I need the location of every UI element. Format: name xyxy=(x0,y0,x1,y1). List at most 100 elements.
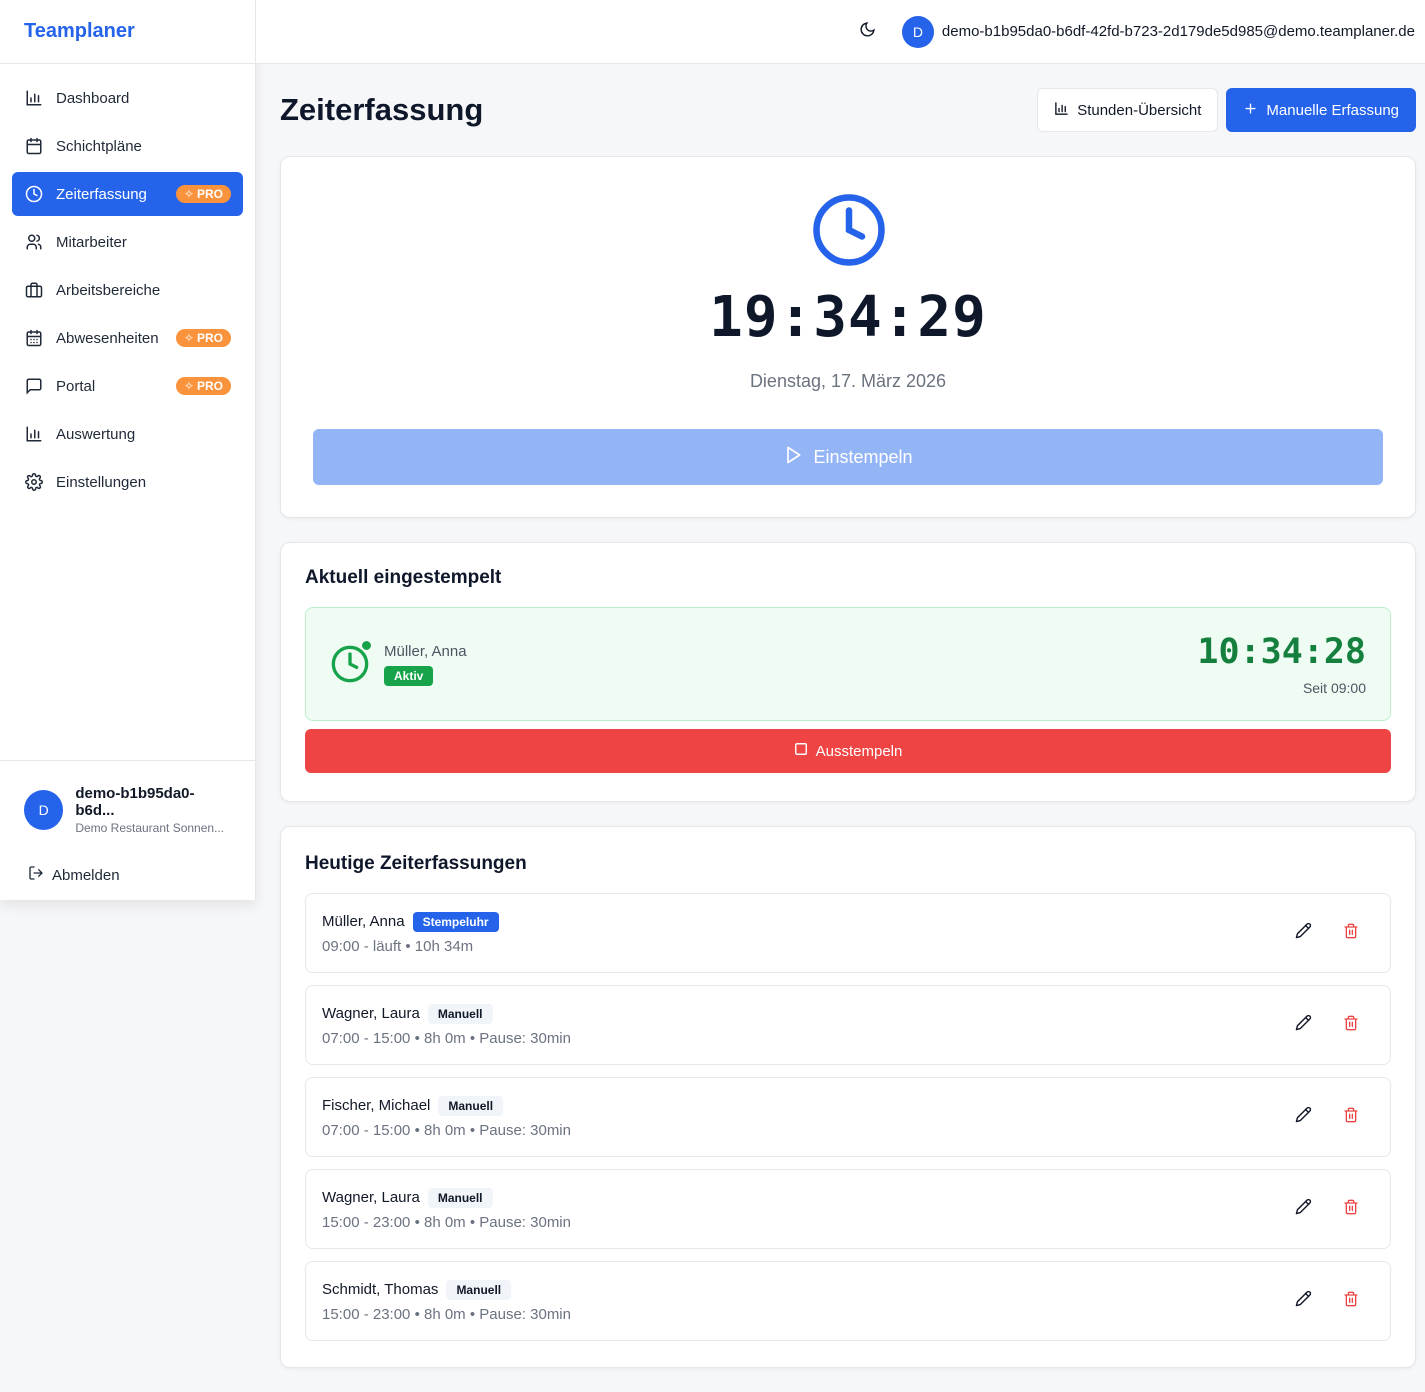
play-icon xyxy=(783,445,803,470)
gear-icon xyxy=(24,472,44,492)
stop-icon xyxy=(794,742,808,760)
user-email[interactable]: demo-b1b95da0-b6df-42fd-b723-2d179de5d98… xyxy=(942,23,1415,40)
delete-button[interactable] xyxy=(1342,923,1360,944)
entry-actions xyxy=(1294,922,1374,944)
calendar-days-icon xyxy=(24,328,44,348)
delete-button[interactable] xyxy=(1342,1107,1360,1128)
sidebar-item-dashboard[interactable]: Dashboard xyxy=(12,76,243,120)
sidebar-item-abwesenheiten[interactable]: Abwesenheiten ✧ PRO xyxy=(12,316,243,360)
dark-mode-toggle[interactable] xyxy=(859,21,876,43)
entry-info: Wagner, Laura Manuell 07:00 - 15:00 • 8h… xyxy=(322,1003,1294,1047)
sparkles-icon: ✧ xyxy=(183,379,194,393)
main-content: Zeiterfassung Stunden-Übersicht Manuelle… xyxy=(280,64,1416,1368)
entry-actions xyxy=(1294,1106,1374,1128)
entry-header: Schmidt, Thomas Manuell xyxy=(322,1279,1294,1300)
todays-entries-card: Heutige Zeiterfassungen Müller, Anna Ste… xyxy=(280,826,1416,1368)
trash-icon xyxy=(1343,1199,1359,1220)
entry-actions xyxy=(1294,1290,1374,1310)
sidebar-item-einstellungen[interactable]: Einstellungen xyxy=(12,460,243,504)
entry-actions xyxy=(1294,1198,1374,1220)
entry-info: Fischer, Michael Manuell 07:00 - 15:00 •… xyxy=(322,1095,1294,1139)
entry-time-details: 15:00 - 23:00 • 8h 0m • Pause: 30min xyxy=(322,1305,571,1323)
delete-button[interactable] xyxy=(1342,1015,1360,1036)
bar-chart-icon xyxy=(24,88,44,108)
stamp-in-button[interactable]: Einstempeln xyxy=(313,429,1383,485)
sidebar-item-mitarbeiter[interactable]: Mitarbeiter xyxy=(12,220,243,264)
source-badge: Manuell xyxy=(427,1003,493,1024)
sidebar-item-schichtplaene[interactable]: Schichtpläne xyxy=(12,124,243,168)
source-badge: Stempeluhr xyxy=(412,911,499,932)
status-badge: Aktiv xyxy=(384,665,434,686)
elapsed-timer: 10:34:28 xyxy=(1197,632,1366,672)
moon-icon xyxy=(859,21,876,43)
manual-entry-button[interactable]: Manuelle Erfassung xyxy=(1226,88,1416,132)
sidebar-item-label: Einstellungen xyxy=(56,473,147,491)
entry-actions xyxy=(1294,1014,1374,1036)
edit-button[interactable] xyxy=(1294,922,1312,942)
sidebar-item-label: Portal xyxy=(56,377,96,395)
clock-icon xyxy=(24,184,44,204)
edit-button[interactable] xyxy=(1294,1290,1312,1310)
trash-icon xyxy=(1343,1015,1359,1036)
list-item: Fischer, Michael Manuell 07:00 - 15:00 •… xyxy=(305,1077,1391,1157)
hours-overview-button[interactable]: Stunden-Übersicht xyxy=(1037,88,1219,132)
brand-logo[interactable]: Teamplaner xyxy=(0,0,255,64)
entry-info: Wagner, Laura Manuell 15:00 - 23:00 • 8h… xyxy=(322,1187,1294,1231)
entry-header: Wagner, Laura Manuell xyxy=(322,1003,1294,1024)
edit-button[interactable] xyxy=(1294,1198,1312,1220)
source-badge: Manuell xyxy=(427,1187,493,1208)
source-badge: Manuell xyxy=(446,1279,512,1300)
users-icon xyxy=(24,232,44,252)
sidebar-item-arbeitsbereiche[interactable]: Arbeitsbereiche xyxy=(12,268,243,312)
sidebar-nav: Dashboard Schichtpläne Zeiterfassung ✧ PR… xyxy=(0,64,255,520)
pencil-icon xyxy=(1295,1014,1312,1036)
message-square-icon xyxy=(24,376,44,396)
entry-time-details: 07:00 - 15:00 • 8h 0m • Pause: 30min xyxy=(322,1029,571,1047)
list-item: Müller, Anna Stempeluhr 09:00 - läuft • … xyxy=(305,893,1391,973)
topbar: D demo-b1b95da0-b6df-42fd-b723-2d179de5d… xyxy=(256,0,1425,64)
delete-button[interactable] xyxy=(1342,1291,1360,1310)
calendar-icon xyxy=(24,136,44,156)
edit-button[interactable] xyxy=(1294,1106,1312,1128)
sidebar-item-label: Abwesenheiten xyxy=(56,329,159,347)
logout-button[interactable]: Abmelden xyxy=(28,865,231,885)
active-employee-row: Müller, Anna Aktiv 10:34:28 Seit 09:00 xyxy=(305,607,1391,721)
employee-name: Wagner, Laura xyxy=(322,1189,420,1206)
entry-header: Fischer, Michael Manuell xyxy=(322,1095,1294,1116)
sidebar-item-zeiterfassung[interactable]: Zeiterfassung ✧ PRO xyxy=(12,172,243,216)
trash-icon xyxy=(1343,923,1359,944)
avatar[interactable]: D xyxy=(901,15,934,48)
delete-button[interactable] xyxy=(1342,1199,1360,1220)
stamp-out-button[interactable]: Ausstempeln xyxy=(305,729,1391,773)
sidebar-item-label: Dashboard xyxy=(56,89,130,107)
page-header: Zeiterfassung Stunden-Übersicht Manuelle… xyxy=(280,64,1416,156)
trash-icon xyxy=(1343,1107,1359,1128)
sidebar-item-label: Schichtpläne xyxy=(56,137,142,155)
list-item: Wagner, Laura Manuell 07:00 - 15:00 • 8h… xyxy=(305,985,1391,1065)
sidebar-item-auswertung[interactable]: Auswertung xyxy=(12,412,243,456)
sidebar-item-portal[interactable]: Portal ✧ PRO xyxy=(12,364,243,408)
bar-chart-icon xyxy=(24,424,44,444)
sidebar-item-label: Mitarbeiter xyxy=(56,233,127,251)
sidebar-item-label: Arbeitsbereiche xyxy=(56,281,161,299)
pro-badge: ✧ PRO xyxy=(175,377,231,395)
pencil-icon xyxy=(1295,1106,1312,1128)
briefcase-icon xyxy=(24,280,44,300)
currently-clocked-in-card: Aktuell eingestempelt Müller, Anna Aktiv… xyxy=(280,542,1416,802)
status-dot xyxy=(361,640,372,651)
entry-header: Wagner, Laura Manuell xyxy=(322,1187,1294,1208)
user-name: demo-b1b95da0-b6d... xyxy=(75,785,195,819)
pencil-icon xyxy=(1295,1198,1312,1220)
section-title: Heutige Zeiterfassungen xyxy=(305,853,527,874)
employee-name: Schmidt, Thomas xyxy=(322,1281,439,1298)
sidebar-item-label: Zeiterfassung xyxy=(56,185,147,203)
source-badge: Manuell xyxy=(438,1095,504,1116)
sidebar: Teamplaner Dashboard Schichtpläne Zeiter… xyxy=(0,0,256,900)
sidebar-user-section: D demo-b1b95da0-b6d... Demo Restaurant S… xyxy=(0,760,255,909)
pro-badge: ✧ PRO xyxy=(175,185,231,203)
edit-button[interactable] xyxy=(1294,1014,1312,1036)
clock-icon xyxy=(330,640,372,684)
entry-time-details: 09:00 - läuft • 10h 34m xyxy=(322,937,474,955)
user-profile[interactable]: D demo-b1b95da0-b6d... Demo Restaurant S… xyxy=(24,785,231,835)
entry-info: Müller, Anna Stempeluhr 09:00 - läuft • … xyxy=(322,911,1294,955)
